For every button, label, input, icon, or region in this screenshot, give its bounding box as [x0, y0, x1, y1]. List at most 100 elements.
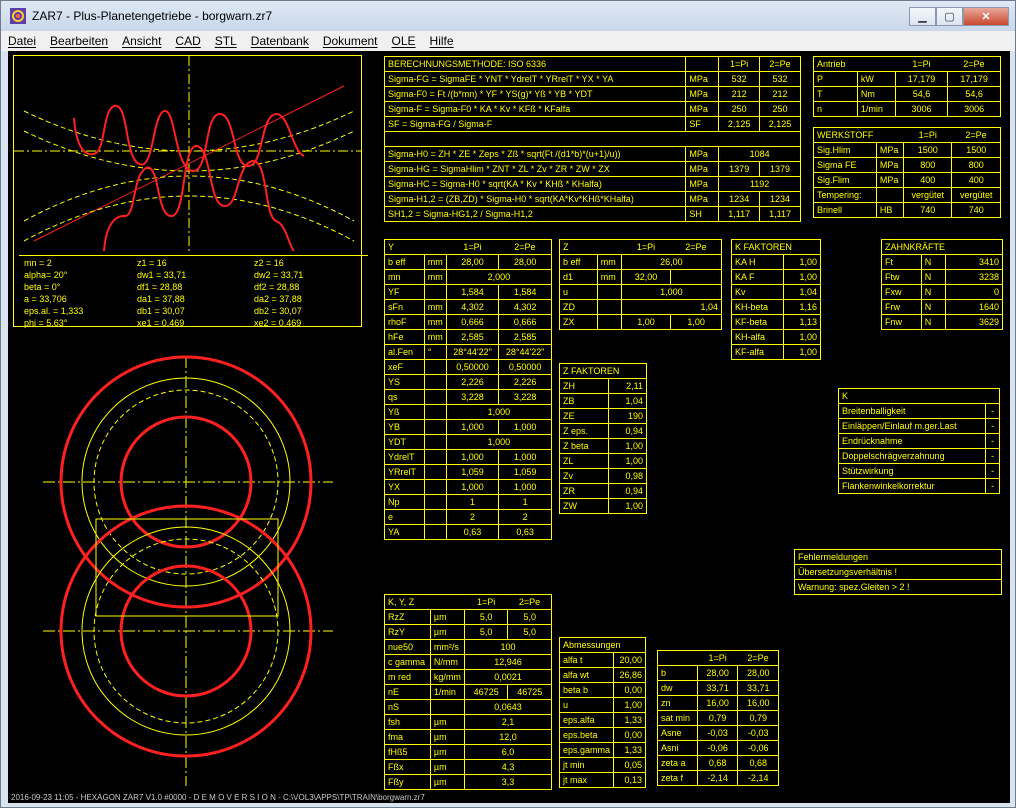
- cell: 1=Pi: [464, 594, 508, 610]
- unit: MPa: [685, 191, 720, 207]
- unit: kW: [856, 71, 896, 87]
- unit: [423, 524, 447, 540]
- table-row: YF 1,584 1,584: [384, 284, 552, 300]
- table-row: eps.alfa 1,33: [558, 712, 646, 728]
- menu-datenbank[interactable]: Datenbank: [244, 34, 316, 48]
- table-row: Brinell HB 740 740: [813, 202, 1001, 218]
- zahnkraefte-header: ZAHNKRÄFTE: [881, 239, 1003, 255]
- label: Tempering:: [813, 187, 877, 203]
- cell: [876, 127, 904, 143]
- zahnkraefte-table: ZAHNKRÄFTE Ft N 3410 Ftw N 3238 Fxw N 0 Frw N 16…: [881, 239, 1004, 330]
- param-xe1: xe1 = 0,469: [137, 318, 185, 328]
- table-row: alfa wt 26,86: [558, 667, 646, 683]
- label: Z eps.: [558, 423, 610, 439]
- menu-ansicht[interactable]: Ansicht: [115, 34, 168, 48]
- label: d1: [559, 269, 598, 285]
- berechnung-header: BERECHNUNGSMETHODE: ISO 6336: [383, 56, 687, 72]
- menu-dokument[interactable]: Dokument: [316, 34, 385, 48]
- value: 0,00: [613, 682, 646, 698]
- table-row: zeta f -2,14 -2,14: [657, 770, 779, 786]
- label: alfa wt: [558, 667, 615, 683]
- value: 0,00: [613, 727, 646, 743]
- value: 1: [498, 494, 552, 510]
- label: ZD: [559, 299, 598, 315]
- table-row: Z beta 1,00: [558, 438, 647, 454]
- formula: SH1,2 = Sigma-HG1,2 / Sigma-H1,2: [383, 206, 687, 222]
- table-row: Übersetzungsverhältnis !: [794, 564, 1002, 580]
- value: -: [985, 448, 1000, 464]
- label: u: [559, 284, 598, 300]
- k-header: K: [838, 388, 1000, 404]
- menu-stl[interactable]: STL: [208, 34, 244, 48]
- werkstoff-table: WERKSTOFF 1=Pi 2=Pe Sig.Hlim MPa 1500 1500 Si…: [813, 127, 1001, 218]
- label: b: [657, 665, 698, 681]
- table-row: Yß 1,000: [384, 404, 553, 420]
- unit: SH: [685, 206, 720, 222]
- label: b eff: [559, 254, 598, 270]
- label: fsh: [384, 714, 431, 730]
- werkstoff-header: WERKSTOFF: [813, 127, 877, 143]
- label: Sig.Hlim: [813, 142, 877, 158]
- table-row: Sigma-H0 = ZH * ZE * Zeps * Zß * sqrt(Ft…: [383, 146, 801, 162]
- table-row: qs 3,228 3,228: [384, 389, 552, 405]
- value: 2,125: [759, 116, 801, 132]
- table-row: b eff mm 26,00: [559, 254, 723, 270]
- table-row: KH-beta 1,16: [731, 299, 822, 315]
- cell: 1=Pi: [697, 650, 738, 666]
- value: 5,0: [463, 624, 509, 640]
- berechnung-table: BERECHNUNGSMETHODE: ISO 6336 1=Pi 2=Pe Sig…: [383, 56, 801, 222]
- table-row: Sigma-HG = SigmaHlim * ZNT * ZL * Zv * Z…: [383, 161, 801, 177]
- table-row: Warnung: spez.Gleiten > 2 !: [794, 579, 1002, 595]
- unit: [423, 494, 447, 510]
- value: 1,04: [620, 299, 723, 315]
- table-row: ZH 2,11: [558, 378, 647, 394]
- table-row: KF-alfa 1,00: [731, 344, 822, 360]
- drawing-canvas[interactable]: mn = 2 z1 = 16 z2 = 16 alpha= 20° dw1 = …: [8, 51, 1010, 792]
- menu-ole[interactable]: OLE: [385, 34, 423, 48]
- value: 0,05: [613, 757, 646, 773]
- minimize-button[interactable]: ▁: [909, 7, 936, 26]
- unit: N: [920, 254, 946, 270]
- close-button[interactable]: ✕: [963, 7, 1009, 26]
- table-row: Doppelschrägverzahnung -: [837, 448, 1000, 464]
- value: 400: [902, 172, 953, 188]
- table-row: hFe mm 2,585 2,585: [384, 329, 552, 345]
- value: 1234: [759, 191, 801, 207]
- value: 800: [951, 157, 1001, 173]
- value: 12,0: [463, 729, 553, 745]
- menu-datei[interactable]: Datei: [1, 34, 43, 48]
- formula: Sigma-HG = SigmaHlim * ZNT * ZL * Zv * Z…: [383, 161, 687, 177]
- menu-hilfe[interactable]: Hilfe: [423, 34, 461, 48]
- value: 28,00: [696, 665, 739, 681]
- label: ZE: [558, 408, 610, 424]
- table-row: u 1,00: [558, 697, 646, 713]
- table-row: Breitenballigkeit -: [837, 403, 1000, 419]
- label: jt min: [558, 757, 615, 773]
- param-z1: z1 = 16: [137, 258, 167, 268]
- label: YS: [384, 374, 425, 390]
- table-row: Fnw N 3629: [881, 314, 1004, 330]
- maximize-button[interactable]: ▢: [936, 7, 963, 26]
- table-row: b eff mm 28,00 28,00: [384, 254, 552, 270]
- table-row: RzY µm 5,0 5,0: [384, 624, 552, 640]
- unit: µm: [429, 729, 465, 745]
- value: 0,63: [498, 524, 552, 540]
- menu-bearbeiten[interactable]: Bearbeiten: [43, 34, 115, 48]
- label: T: [813, 86, 858, 102]
- menu-cad[interactable]: CAD: [168, 34, 207, 48]
- value: vergütet: [951, 187, 1001, 203]
- value: 1,00: [608, 453, 647, 469]
- unit: [596, 284, 622, 300]
- value: 12,946: [463, 654, 553, 670]
- app-window: ZAR7 - Plus-Planetengetriebe - borgwarn.…: [0, 0, 1016, 808]
- label: Z beta: [558, 438, 610, 454]
- value: 1500: [902, 142, 953, 158]
- label: nS: [384, 699, 431, 715]
- unit: MPa: [685, 176, 720, 192]
- table-row: Frw N 1640: [881, 299, 1004, 315]
- unit: [423, 284, 447, 300]
- table-row: T Nm 54,6 54,6: [813, 86, 1001, 102]
- fehlermeldungen-table: Fehlermeldungen Übersetzungsverhältnis !…: [794, 549, 1002, 595]
- table-row: KH-alfa 1,00: [731, 329, 822, 345]
- value: 3006: [894, 101, 949, 117]
